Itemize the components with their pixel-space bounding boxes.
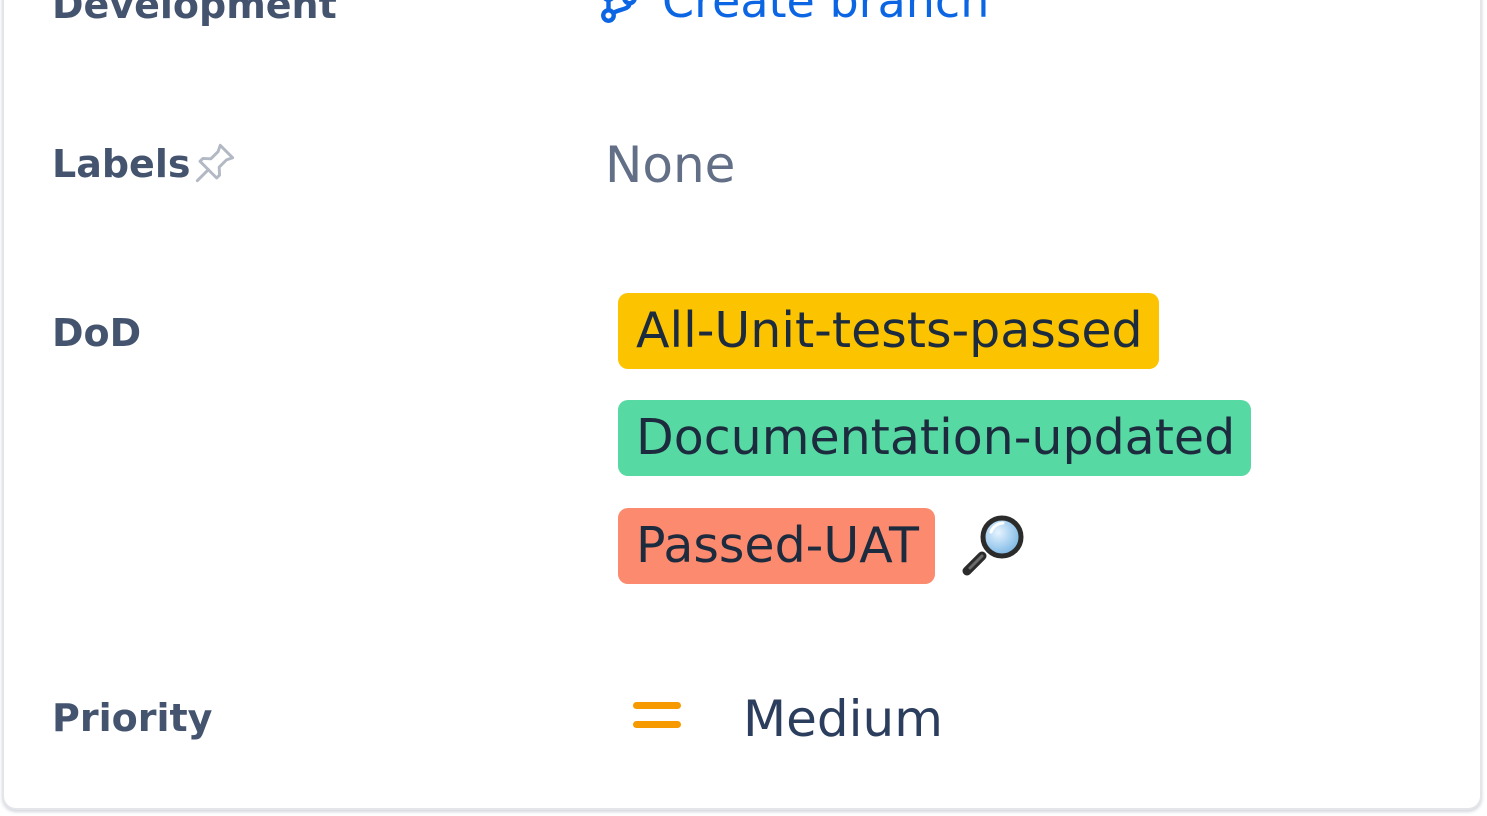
labels-label: Labels bbox=[52, 142, 191, 186]
create-branch-link[interactable]: Create branch bbox=[598, 0, 989, 26]
priority-label: Priority bbox=[52, 696, 213, 740]
dod-lozenge-unit-tests[interactable]: All-Unit-tests-passed bbox=[618, 293, 1159, 369]
development-label: Development bbox=[52, 0, 337, 27]
magnifying-glass-icon[interactable] bbox=[958, 512, 1030, 580]
dod-lozenge-documentation[interactable]: Documentation-updated bbox=[618, 400, 1252, 476]
pin-icon[interactable] bbox=[190, 138, 240, 188]
dod-lozenge-passed-uat[interactable]: Passed-UAT bbox=[618, 508, 935, 584]
priority-medium-icon bbox=[633, 702, 681, 728]
priority-value[interactable]: Medium bbox=[743, 694, 943, 744]
labels-value[interactable]: None bbox=[605, 140, 735, 190]
create-branch-label: Create branch bbox=[662, 0, 990, 28]
dod-label: DoD bbox=[52, 311, 142, 355]
branch-icon bbox=[601, 0, 637, 23]
